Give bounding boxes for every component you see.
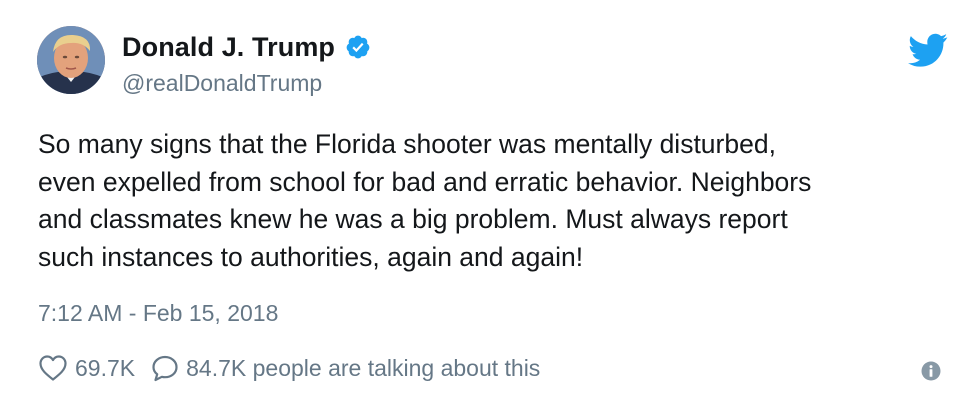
display-name[interactable]: Donald J. Trump [122,32,335,63]
verified-badge-icon [346,35,370,59]
info-icon[interactable] [921,361,941,381]
tweet-actions: 69.7K 84.7K people are talking about thi… [38,352,540,384]
tweet-timestamp[interactable]: 7:12 AM - Feb 15, 2018 [38,300,278,327]
like-count[interactable]: 69.7K [75,355,135,382]
embedded-tweet-card: Donald J. Trump @realDonaldTrump So many… [0,0,980,408]
tweet-text: So many signs that the Florida shooter w… [38,129,812,272]
user-handle[interactable]: @realDonaldTrump [122,70,322,97]
avatar-portrait-icon [37,26,105,94]
twitter-bird-icon[interactable] [908,33,948,67]
reply-bubble-icon[interactable] [151,354,179,382]
talking-count-link[interactable]: 84.7K people are talking about this [186,355,540,382]
heart-icon[interactable] [38,354,68,382]
avatar[interactable] [37,26,105,94]
author-name-row: Donald J. Trump [122,30,371,64]
